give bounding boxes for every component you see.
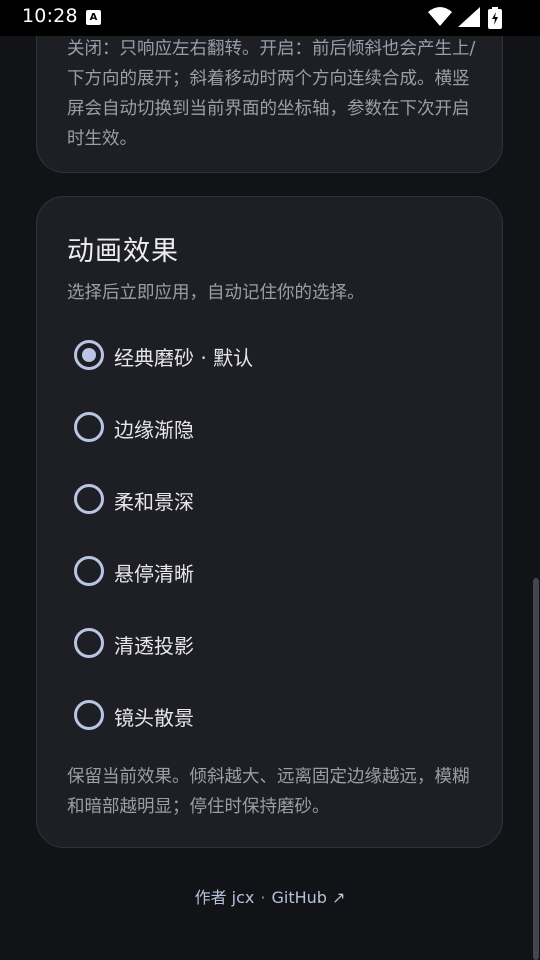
animation-effect-card: 动画效果 选择后立即应用，自动记住你的选择。 经典磨砂 · 默认 边缘渐隐 柔和… [36,196,503,848]
radio-unselected-icon[interactable] [74,484,104,514]
signal-icon [458,7,480,27]
option-soft-depth[interactable]: 柔和景深 [74,474,474,524]
wifi-icon [428,7,452,26]
footer: 作者 jcx · GitHub ↗ [0,884,540,908]
option-label: 清透投影 [114,634,194,658]
status-time: 10:28 [22,5,78,27]
option-classic-frosted[interactable]: 经典磨砂 · 默认 [74,330,474,380]
option-label: 边缘渐隐 [114,418,194,442]
status-bar: 10:28 A [0,0,540,36]
radio-unselected-icon[interactable] [74,700,104,730]
radio-unselected-icon[interactable] [74,628,104,658]
footer-separator: · [260,888,266,907]
option-label: 经典磨砂 · 默认 [114,346,254,370]
notification-a-icon: A [86,10,101,25]
option-label: 悬停清晰 [114,562,194,586]
scrollbar[interactable] [533,578,539,960]
radio-selected-icon[interactable] [74,340,104,370]
effect-description: 保留当前效果。倾斜越大、远离固定边缘越远，模糊和暗部越明显；停住时保持磨砂。 [67,767,470,817]
animation-card-title: 动画效果 [67,236,179,267]
tilt-description: 关闭：只响应左右翻转。开启：前后倾斜也会产生上/下方向的展开；斜着移动时两个方向… [67,39,476,149]
github-link[interactable]: GitHub ↗ [271,888,345,907]
radio-unselected-icon[interactable] [74,556,104,586]
option-label: 镜头散景 [114,706,194,730]
option-clear-shadow[interactable]: 清透投影 [74,618,474,668]
option-hover-clear[interactable]: 悬停清晰 [74,546,474,596]
radio-unselected-icon[interactable] [74,412,104,442]
battery-icon [488,7,502,29]
option-lens-bokeh[interactable]: 镜头散景 [74,690,474,740]
author-label: 作者 jcx [194,888,255,907]
option-edge-fade[interactable]: 边缘渐隐 [74,402,474,452]
animation-card-subtitle: 选择后立即应用，自动记住你的选择。 [67,283,365,303]
option-label: 柔和景深 [114,490,194,514]
